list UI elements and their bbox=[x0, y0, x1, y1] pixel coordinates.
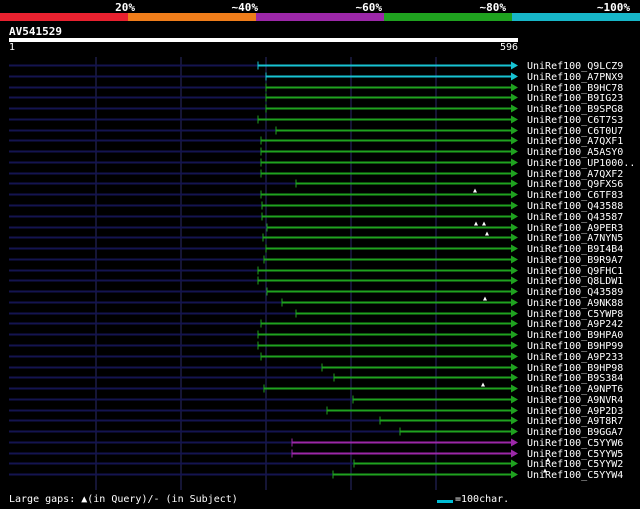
hit-label: UniRef100_B9IG23 bbox=[527, 93, 623, 104]
gap-marker bbox=[474, 221, 478, 226]
gap-marker bbox=[482, 221, 486, 226]
hit-arrow bbox=[511, 416, 518, 425]
hit-arrow bbox=[511, 406, 518, 415]
hit-arrow bbox=[511, 169, 518, 178]
hit-arrow bbox=[511, 470, 518, 479]
hit-label: UniRef100_Q9FXS6 bbox=[527, 179, 623, 190]
hit-arrow bbox=[511, 287, 518, 296]
hit-arrow bbox=[511, 212, 518, 221]
hit-arrow bbox=[511, 309, 518, 318]
hit-label: UniRef100_B9HPA0 bbox=[527, 330, 623, 341]
hit-label: UniRef100_A9NPT6 bbox=[527, 384, 623, 395]
hit-plot: UniRef100_Q9LCZ9UniRef100_A7PNX9 UniRef10… bbox=[9, 57, 635, 490]
hit-arrow bbox=[511, 72, 518, 81]
hit-label: UniRef100_Q8LDW1 bbox=[527, 276, 623, 287]
hit-arrow bbox=[511, 266, 518, 275]
gap-marker bbox=[481, 382, 485, 387]
gap-marker bbox=[485, 231, 489, 236]
hit-label: UniRef100_UP1000.. bbox=[527, 158, 635, 169]
hit-label: UniRef100_A9P233 bbox=[527, 352, 623, 363]
hit-arrow bbox=[511, 201, 518, 210]
footer: Large gaps: ▲(in Query)/- (in Subject) =… bbox=[0, 492, 640, 509]
hit-arrow bbox=[511, 352, 518, 361]
hit-arrow bbox=[511, 449, 518, 458]
hit-label: UniRef100_A9P242 bbox=[527, 319, 623, 330]
hit-arrow bbox=[511, 319, 518, 328]
hit-arrow bbox=[511, 115, 518, 124]
hit-arrow bbox=[511, 438, 518, 447]
hit-label: UniRef100_A5ASY0 bbox=[527, 147, 623, 158]
hit-label: UniRef100_Q9LCZ9 bbox=[527, 61, 623, 72]
hit-arrow bbox=[511, 93, 518, 102]
hit-label: UniRef100_B9SPG8 bbox=[527, 104, 623, 115]
hit-arrow bbox=[511, 223, 518, 232]
hit-label: UniRef100_C6TF83 bbox=[527, 190, 623, 201]
gap-marker bbox=[483, 296, 487, 301]
hit-label: UniRef100_A9NK88 bbox=[527, 298, 623, 309]
hit-label: UniRef100_Q43588 bbox=[527, 201, 623, 212]
hit-arrow bbox=[511, 298, 518, 307]
hit-arrow bbox=[511, 459, 518, 468]
hit-label: UniRef100_A9NVR4 bbox=[527, 395, 623, 406]
hit-arrow bbox=[511, 136, 518, 145]
hit-label: UniRef100_B9R9A7 bbox=[527, 255, 623, 266]
hit-arrow bbox=[511, 384, 518, 393]
scale-legend-text: =100char. bbox=[455, 494, 510, 505]
hit-label: UniRef100_A7NYN5 bbox=[527, 233, 623, 244]
hit-label: UniRef100_B9GGA7 bbox=[527, 427, 623, 438]
hit-label: UniRef100_C5YYW6 bbox=[527, 438, 623, 449]
hit-arrow bbox=[511, 126, 518, 135]
hit-label: UniRef100_C5YYW2 bbox=[527, 459, 623, 470]
hit-arrow bbox=[511, 244, 518, 253]
hit-arrow bbox=[511, 341, 518, 350]
hit-arrow bbox=[511, 395, 518, 404]
hit-label: UniRef100_B9HP99 bbox=[527, 341, 623, 352]
hit-label: UniRef100_Q43587 bbox=[527, 212, 623, 223]
hit-arrow bbox=[511, 427, 518, 436]
hit-arrow bbox=[511, 255, 518, 264]
gaps-legend: Large gaps: ▲(in Query)/- (in Subject) bbox=[9, 494, 238, 505]
gap-marker bbox=[473, 188, 477, 193]
hit-arrow bbox=[511, 104, 518, 113]
hit-label: UniRef100_A7PNX9 bbox=[527, 72, 623, 83]
hit-arrow bbox=[511, 190, 518, 199]
hit-arrow bbox=[511, 147, 518, 156]
scale-legend-line bbox=[437, 500, 453, 503]
hit-label: UniRef100_B9I4B4 bbox=[527, 244, 623, 255]
hit-arrow bbox=[511, 61, 518, 70]
hit-arrow bbox=[511, 158, 518, 167]
hit-arrow bbox=[511, 83, 518, 92]
hit-arrow bbox=[511, 276, 518, 285]
hit-label: UniRef100_C5YYW4 bbox=[527, 470, 623, 481]
hit-arrow bbox=[511, 233, 518, 242]
hit-arrow bbox=[511, 373, 518, 382]
hit-label: UniRef100_A9T8R7 bbox=[527, 416, 623, 427]
hit-label: UniRef100_Q43589 bbox=[527, 287, 623, 298]
hit-arrow bbox=[511, 363, 518, 372]
hit-label: UniRef100_B9S384 bbox=[527, 373, 623, 384]
hit-arrow bbox=[511, 179, 518, 188]
hit-label: UniRef100_C6T7S3 bbox=[527, 115, 623, 126]
hit-arrow bbox=[511, 330, 518, 339]
hit-label: UniRef100_A7QXF1 bbox=[527, 136, 623, 147]
